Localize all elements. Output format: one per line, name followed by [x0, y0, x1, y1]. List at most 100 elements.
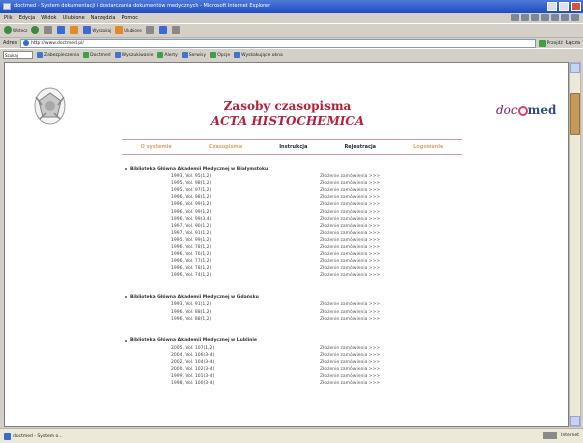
order-link[interactable]: Złożenie zamówienia >>>	[320, 188, 380, 193]
address-value: http://www.doctmed.pl/	[31, 40, 84, 46]
links-item[interactable]: Zabezpieczenia	[37, 52, 79, 58]
order-link[interactable]: Złożenie zamówienia >>>	[320, 381, 380, 386]
shield-icon	[37, 52, 43, 58]
order-link[interactable]: Złożenie zamówienia >>>	[320, 259, 380, 264]
volume-row: 1996, Vol. 74(1,2) Złożenie zamówienia >>…	[125, 272, 485, 279]
order-link[interactable]: Złożenie zamówienia >>>	[320, 231, 380, 236]
order-link[interactable]: Złożenie zamówienia >>>	[320, 210, 380, 215]
alert-icon	[157, 52, 164, 58]
maximize-button[interactable]	[559, 2, 569, 11]
toolbar-icon[interactable]	[531, 14, 539, 21]
forward-button[interactable]	[31, 26, 40, 35]
order-link[interactable]: Złożenie zamówienia >>>	[320, 245, 380, 250]
order-link[interactable]: Złożenie zamówienia >>>	[320, 181, 380, 186]
order-link[interactable]: Złożenie zamówienia >>>	[320, 195, 380, 200]
toolbar-icon[interactable]	[561, 14, 569, 21]
order-link[interactable]: Złożenie zamówienia >>>	[320, 238, 380, 243]
menu-favorites[interactable]: Ulubione	[63, 13, 85, 23]
toolbar-icon[interactable]	[551, 14, 559, 21]
nav-login[interactable]: Logowanie	[413, 144, 443, 150]
order-link[interactable]: Złożenie zamówienia >>>	[320, 310, 380, 315]
home-button[interactable]	[70, 26, 79, 35]
order-link[interactable]: Złożenie zamówienia >>>	[320, 174, 380, 179]
links-label[interactable]: Łącza	[566, 40, 580, 46]
close-button[interactable]	[571, 2, 581, 11]
status-bar: doctmed - System o... Internet	[0, 428, 583, 443]
doctmed-logo[interactable]: doc med	[496, 103, 556, 117]
menu-bar: Plik Edycja Widok Ulubione Narzędzia Pom…	[0, 13, 583, 23]
popup-icon	[234, 52, 241, 58]
library-heading: Biblioteka Główna Akademii Medycznej w L…	[125, 337, 485, 345]
volume-label: 2000, Vol. 102(3-4)	[171, 367, 215, 373]
print-button[interactable]	[171, 26, 181, 35]
order-link[interactable]: Złożenie zamówienia >>>	[320, 353, 380, 358]
links-item[interactable]: Alerty	[157, 52, 178, 58]
address-label: Adres	[3, 40, 18, 46]
go-arrow-icon	[538, 39, 546, 47]
order-link[interactable]: Złożenie zamówienia >>>	[320, 266, 380, 271]
volume-label: 1998, Vol. 100(3-4)	[171, 381, 215, 387]
address-bar: Adres http://www.doctmed.pl/ Przejdź Łąc…	[0, 37, 583, 48]
order-link[interactable]: Złożenie zamówienia >>>	[320, 360, 380, 365]
volume-label: 1996, Vol. 99(1,2)	[171, 209, 212, 215]
volume-label: 1993, Vol. 91(1,2)	[171, 302, 212, 308]
nav-journals[interactable]: Czasopisma	[209, 144, 242, 150]
volume-label: 1995, Vol. 99(1,2)	[171, 237, 212, 243]
menu-help[interactable]: Pomoc	[121, 13, 138, 23]
menu-view[interactable]: Widok	[41, 13, 56, 23]
stop-button[interactable]	[44, 26, 53, 35]
order-link[interactable]: Złożenie zamówienia >>>	[320, 217, 380, 222]
scroll-thumb[interactable]	[570, 93, 580, 135]
favorites-button[interactable]: Ulubione	[115, 26, 142, 35]
links-search-field[interactable]: Szukaj	[3, 51, 33, 59]
menu-file[interactable]: Plik	[4, 13, 13, 23]
order-link[interactable]: Złożenie zamówienia >>>	[320, 202, 380, 207]
search-icon	[114, 52, 121, 58]
menu-edit[interactable]: Edycja	[19, 13, 36, 23]
toolbar-icon[interactable]	[571, 14, 579, 21]
order-link[interactable]: Złożenie zamówienia >>>	[320, 367, 380, 372]
order-link[interactable]: Złożenie zamówienia >>>	[320, 273, 380, 278]
media-button[interactable]	[145, 26, 155, 35]
toolbar-icon[interactable]	[511, 14, 519, 21]
minimize-button[interactable]	[547, 2, 557, 11]
order-link[interactable]: Złożenie zamówienia >>>	[320, 302, 380, 307]
order-link[interactable]: Złożenie zamówienia >>>	[320, 317, 380, 322]
go-button[interactable]: Przejdź	[538, 39, 563, 47]
order-link[interactable]: Złożenie zamówienia >>>	[320, 346, 380, 351]
nav-registration[interactable]: Rejestracja	[344, 144, 376, 150]
volume-row: 1996, Vol. 88(1,2) Złożenie zamówienia >>…	[125, 309, 485, 316]
back-button[interactable]: Wstecz	[4, 26, 27, 35]
volume-label: 2002, Vol. 104(3-4)	[171, 359, 215, 365]
toolbar-icon[interactable]	[521, 14, 529, 21]
nav-instructions[interactable]: Instrukcja	[279, 144, 307, 150]
scroll-up-arrow[interactable]	[570, 63, 580, 73]
volume-row: 1996, Vol. 99(3,4) Złożenie zamówienia >>…	[125, 216, 485, 223]
links-item[interactable]: Doctmed	[83, 52, 111, 58]
links-item[interactable]: Wyskakujące okna	[234, 52, 283, 58]
refresh-button[interactable]	[57, 26, 66, 35]
print-icon	[171, 26, 180, 34]
nav-about[interactable]: O systemie	[141, 144, 172, 150]
volume-label: 2005, Vol. 107(1,2)	[171, 345, 215, 351]
search-button[interactable]: Wyszukaj	[83, 26, 111, 35]
ring-icon	[517, 105, 528, 116]
star-icon	[115, 26, 124, 34]
mail-button[interactable]	[158, 26, 168, 35]
order-link[interactable]: Złożenie zamówienia >>>	[320, 252, 380, 257]
vertical-scrollbar[interactable]	[569, 62, 581, 427]
volume-label: 1997, Vol. 91(1,2)	[171, 230, 212, 236]
menu-tools[interactable]: Narzędzia	[91, 13, 116, 23]
links-item[interactable]: Serwisy	[181, 52, 206, 58]
address-input[interactable]: http://www.doctmed.pl/	[20, 38, 536, 48]
media-icon	[145, 26, 154, 34]
order-link[interactable]: Złożenie zamówienia >>>	[320, 224, 380, 229]
scroll-down-arrow[interactable]	[570, 416, 580, 426]
volume-row: 1996, Vol. 99(1,2) Złożenie zamówienia >>…	[125, 208, 485, 215]
links-item[interactable]: Wyszukiwanie	[114, 52, 153, 58]
volume-label: 1996, Vol. 76(1,2)	[171, 252, 212, 258]
volume-row: 1996, Vol. 99(1,2) Złożenie zamówienia >>…	[125, 201, 485, 208]
order-link[interactable]: Złożenie zamówienia >>>	[320, 374, 380, 379]
links-item[interactable]: Opcje	[210, 52, 230, 58]
toolbar-icon[interactable]	[541, 14, 549, 21]
